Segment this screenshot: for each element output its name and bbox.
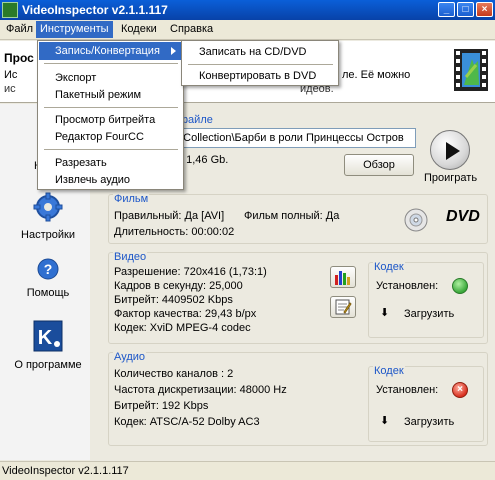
header-desc-1: Ис — [4, 69, 18, 81]
svg-text:K: K — [38, 327, 53, 349]
window-title: VideoInspector v2.1.1.117 — [22, 3, 168, 17]
audio-group-label: Аудио — [113, 351, 147, 363]
sidebar-item-label: Помощь — [26, 287, 70, 299]
minimize-button[interactable]: _ — [438, 2, 455, 17]
sidebar-item-settings[interactable]: Настройки — [12, 192, 84, 241]
menu-item-record-convert[interactable]: Запись/Конвертация — [39, 42, 182, 60]
tools-menu: Запись/Конвертация Экспорт Пакетный режи… — [37, 40, 184, 190]
audio-installed-label: Установлен: — [376, 384, 439, 396]
play-label[interactable]: Проиграть — [424, 172, 477, 184]
svg-text:?: ? — [44, 261, 53, 277]
record-convert-submenu: Записать на CD/DVD Конвертировать в DVD — [181, 40, 339, 86]
video-codec-group-label: Кодек — [373, 261, 405, 273]
menu-item-export[interactable]: Экспорт — [39, 69, 182, 87]
about-icon: K — [33, 320, 63, 352]
sidebar-item-help[interactable]: ? Помощь — [12, 258, 84, 299]
video-quality: Фактор качества: 29,43 b/px — [114, 308, 257, 320]
menu-bar: Файл Инструменты Кодеки Справка — [0, 20, 495, 40]
menu-file[interactable]: Файл — [4, 23, 35, 35]
menu-separator — [44, 107, 178, 108]
menu-item-convert-dvd[interactable]: Конвертировать в DVD — [183, 67, 337, 85]
ok-icon — [452, 278, 468, 294]
bitrate-chart-button[interactable] — [330, 266, 356, 288]
sidebar-item-label: Настройки — [21, 229, 75, 241]
status-text: VideoInspector v2.1.1.117 — [2, 465, 129, 477]
film-group-label: Фильм — [113, 193, 150, 205]
video-download-button[interactable]: ⬇ Загрузить — [376, 302, 472, 326]
menu-help[interactable]: Справка — [168, 23, 215, 35]
download-icon: ⬇ — [380, 415, 390, 427]
video-resolution: Разрешение: 720x416 (1,73:1) — [114, 266, 267, 278]
edit-fourcc-button[interactable] — [330, 296, 356, 318]
menu-item-batch[interactable]: Пакетный режим — [39, 86, 182, 104]
browse-button[interactable]: Обзор — [344, 154, 414, 176]
menu-item-burn-cd-dvd[interactable]: Записать на CD/DVD — [183, 43, 337, 61]
menu-item-label: Запись/Конвертация — [55, 45, 160, 57]
header-desc-right: ле. Её можно — [342, 69, 411, 81]
menu-item-extract-audio[interactable]: Извлечь аудио — [39, 171, 182, 189]
menu-tools[interactable]: Инструменты — [36, 21, 113, 38]
gear-icon — [33, 192, 63, 222]
video-bitrate: Битрейт: 4409502 Kbps — [114, 294, 233, 306]
audio-download-label: Загрузить — [404, 416, 455, 428]
film-full: Фильм полный: Да — [244, 210, 340, 222]
audio-channels: Количество каналов : 2 — [114, 368, 234, 380]
submenu-arrow-icon — [171, 47, 176, 55]
file-size: : 1,46 Gb. — [180, 154, 229, 166]
sidebar-item-about[interactable]: K О программе — [12, 320, 84, 371]
audio-download-button[interactable]: ⬇ Загрузить — [376, 410, 472, 434]
audio-sample-rate: Частота дискретизации: 48000 Hz — [114, 384, 287, 396]
film-icon — [454, 49, 488, 91]
title-bar: VideoInspector v2.1.1.117 _ □ × — [0, 0, 495, 20]
bar-chart-icon — [335, 271, 350, 285]
video-download-label: Загрузить — [404, 308, 455, 320]
film-duration: Длительность: 00:00:02 — [114, 226, 235, 238]
film-correct: Правильный: Да [AVI] — [114, 210, 225, 222]
video-codec-group: Кодек — [368, 261, 484, 338]
help-icon: ? — [37, 258, 59, 280]
audio-bitrate: Битрейт: 192 Kbps — [114, 400, 209, 412]
maximize-button[interactable]: □ — [457, 2, 474, 17]
menu-item-fourcc-editor[interactable]: Редактор FourCC — [39, 128, 182, 146]
file-path-field[interactable]: e Collection\Барби в роли Принцессы Остр… — [170, 128, 416, 148]
video-group-label: Видео — [113, 251, 148, 263]
video-installed-label: Установлен: — [376, 280, 439, 292]
menu-item-bitrate-view[interactable]: Просмотр битрейта — [39, 111, 182, 129]
menu-codecs[interactable]: Кодеки — [119, 23, 159, 35]
header-desc-2: ис — [4, 83, 16, 95]
menu-separator — [44, 149, 178, 150]
menu-separator — [44, 63, 178, 64]
audio-codec-group-label: Кодек — [373, 365, 405, 377]
app-icon — [2, 2, 18, 18]
menu-item-cut[interactable]: Разрезать — [39, 154, 182, 172]
download-icon: ⬇ — [380, 307, 390, 319]
play-icon[interactable] — [430, 130, 470, 170]
video-fps: Кадров в секунду: 25,000 — [114, 280, 243, 292]
header-title: Прос — [4, 51, 34, 65]
notepad-icon — [335, 299, 352, 315]
close-button[interactable]: × — [476, 2, 493, 17]
audio-codec: Кодек: ATSC/A-52 Dolby AC3 — [114, 416, 260, 428]
sidebar-item-label: О программе — [14, 359, 82, 371]
dvd-logo: DVD — [446, 208, 480, 225]
error-icon: × — [452, 382, 468, 398]
menu-separator — [188, 64, 333, 65]
disc-icon — [404, 208, 428, 232]
status-bar: VideoInspector v2.1.1.117 — [0, 461, 495, 480]
video-codec: Кодек: XviD MPEG-4 codec — [114, 322, 251, 334]
